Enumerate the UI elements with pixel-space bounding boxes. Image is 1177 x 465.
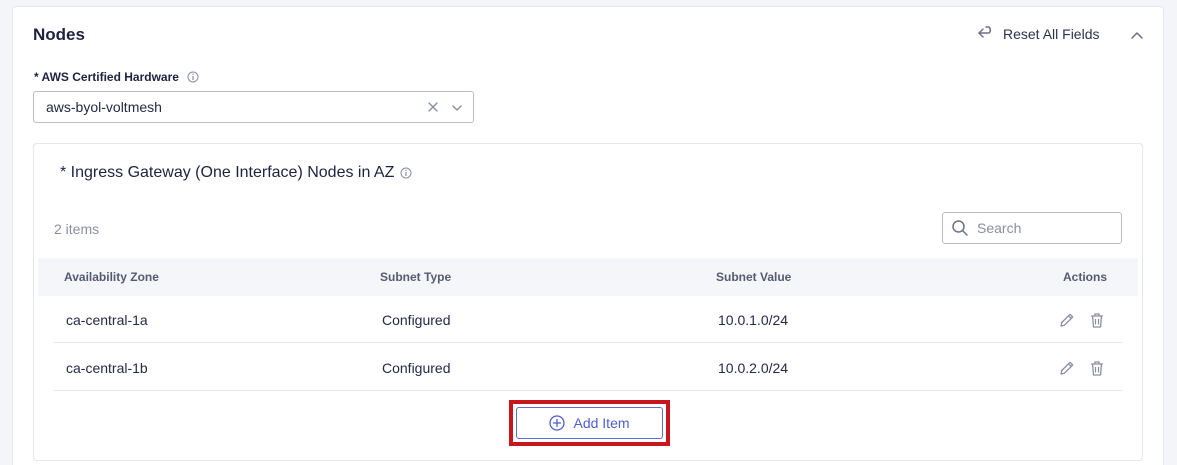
info-icon[interactable] [187, 71, 199, 83]
info-icon[interactable] [400, 167, 412, 179]
clear-icon[interactable] [427, 101, 439, 113]
hardware-select-value: aws-byol-voltmesh [46, 99, 162, 115]
cell-subnet-value: 10.0.1.0/24 [718, 312, 789, 328]
ingress-nodes-title-text: * Ingress Gateway (One Interface) Nodes … [60, 164, 395, 181]
cell-subnet-type: Configured [382, 360, 451, 376]
cell-subnet-value: 10.0.2.0/24 [718, 360, 789, 376]
column-header-availability-zone[interactable]: Availability Zone [64, 270, 159, 284]
column-header-subnet-value[interactable]: Subnet Value [716, 270, 791, 284]
reset-all-fields-label: Reset All Fields [1003, 26, 1100, 42]
table-row: ca-central-1b Configured 10.0.2.0/24 [54, 344, 1122, 391]
trash-icon[interactable] [1088, 311, 1106, 329]
cell-availability-zone: ca-central-1b [66, 360, 148, 376]
ingress-nodes-panel: * Ingress Gateway (One Interface) Nodes … [33, 143, 1143, 461]
search-icon [952, 220, 968, 236]
table-row: ca-central-1a Configured 10.0.1.0/24 [54, 296, 1122, 343]
add-item-highlight: Add Item [509, 400, 670, 446]
hardware-field-label: * AWS Certified Hardware [34, 70, 199, 84]
chevron-up-icon[interactable] [1128, 27, 1146, 45]
trash-icon[interactable] [1088, 359, 1106, 377]
item-count: 2 items [54, 221, 100, 237]
nodes-section: Nodes Reset All Fields * AWS Certified H… [12, 6, 1164, 465]
section-title: Nodes [33, 25, 85, 44]
cell-availability-zone: ca-central-1a [66, 312, 148, 328]
table-header: Availability Zone Subnet Type Subnet Val… [38, 258, 1138, 296]
column-header-actions: Actions [1063, 270, 1108, 284]
undo-arrow-icon [978, 26, 992, 38]
add-item-button[interactable]: Add Item [516, 407, 663, 439]
edit-pencil-icon[interactable] [1058, 311, 1076, 329]
hardware-label-text: * AWS Certified Hardware [34, 70, 179, 84]
add-item-label: Add Item [573, 415, 630, 431]
plus-circle-icon [549, 415, 566, 431]
column-header-subnet-type[interactable]: Subnet Type [380, 270, 451, 284]
hardware-select[interactable]: aws-byol-voltmesh [33, 91, 474, 123]
ingress-nodes-title: * Ingress Gateway (One Interface) Nodes … [60, 164, 412, 182]
cell-subnet-type: Configured [382, 312, 451, 328]
chevron-down-icon[interactable] [451, 102, 463, 114]
search-field[interactable] [942, 212, 1122, 244]
edit-pencil-icon[interactable] [1058, 359, 1076, 377]
reset-all-fields-button[interactable]: Reset All Fields [977, 26, 1099, 42]
search-input[interactable] [977, 220, 1117, 236]
